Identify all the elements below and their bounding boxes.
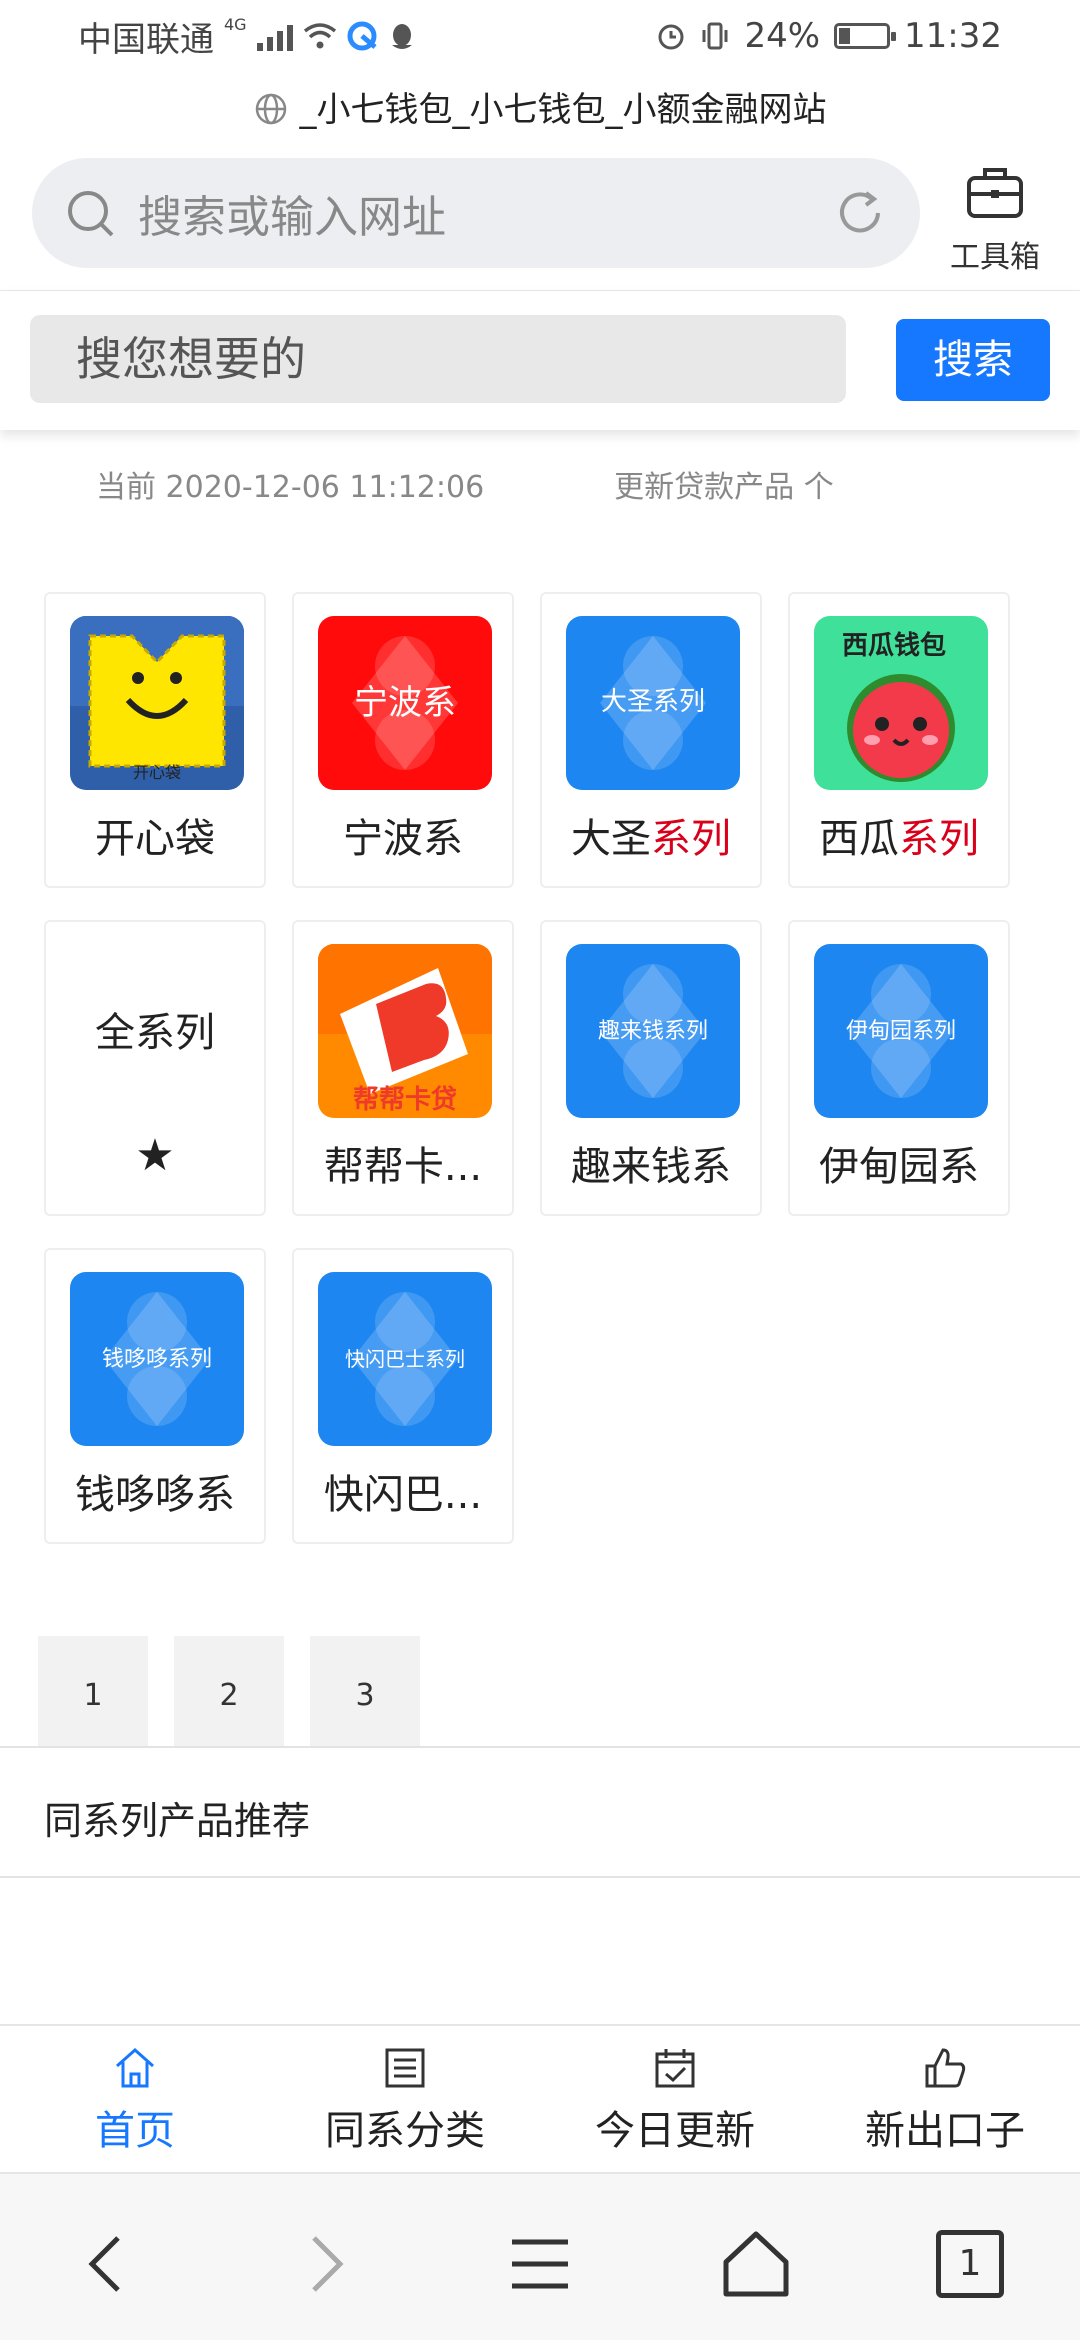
- browser-notification-icon: [347, 21, 377, 51]
- update-info: 当前 2020-12-06 11:12:06 更新贷款产品 个: [96, 462, 834, 506]
- wifi-icon: [303, 23, 336, 49]
- page-button-2[interactable]: 2: [174, 1636, 284, 1746]
- refresh-icon[interactable]: [832, 185, 888, 241]
- clock: 11:32: [904, 16, 1002, 56]
- product-name: 全系列: [95, 1010, 215, 1056]
- product-card[interactable]: 全系列 ★: [44, 920, 266, 1216]
- icon-caption: 钱哆哆系列: [102, 1347, 212, 1372]
- watermelon-wallet-icon: 西瓜钱包: [814, 616, 988, 790]
- product-name: 开心袋: [95, 816, 215, 862]
- star-icon: ★: [135, 1130, 175, 1181]
- page-title: _小七钱包_小七钱包_小额金融网站: [0, 82, 1080, 131]
- battery-icon: [834, 23, 897, 49]
- product-card[interactable]: 钱哆哆系列 钱哆哆系: [44, 1248, 266, 1544]
- product-card[interactable]: 大圣系列 大圣系列: [540, 592, 762, 888]
- bottom-tab-bar: 首页 同系分类 今日更新 新出口子: [0, 2024, 1080, 2172]
- site-search-bar: 搜您想要的 搜索: [0, 290, 1080, 430]
- site-search-button[interactable]: 搜索: [896, 319, 1050, 401]
- carrier-label: 中国联通: [78, 19, 214, 60]
- icon-caption: 西瓜钱包: [842, 630, 946, 661]
- forward-icon[interactable]: [286, 2224, 366, 2304]
- ningbo-series-icon: 宁波系: [318, 616, 492, 790]
- tab-label: 同系分类: [325, 2108, 485, 2154]
- divider: [0, 1876, 1080, 1878]
- tab-new-offers[interactable]: 新出口子: [810, 2026, 1080, 2172]
- kuaishan-bus-series-icon: 快闪巴士系列: [318, 1272, 492, 1446]
- page-button-1[interactable]: 1: [38, 1636, 148, 1746]
- battery-percent: 24%: [744, 16, 821, 56]
- tab-label: 今日更新: [595, 2108, 755, 2154]
- product-card[interactable]: 开心袋 开心袋: [44, 592, 266, 888]
- product-name: 趣来钱系: [571, 1144, 731, 1190]
- search-icon: [68, 191, 114, 237]
- network-type: 4G: [224, 14, 247, 34]
- icon-caption: 快闪巴士系列: [345, 1347, 465, 1371]
- pagination: 1 2 3: [38, 1636, 420, 1746]
- page-button-3[interactable]: 3: [310, 1636, 420, 1746]
- address-bar[interactable]: 搜索或输入网址: [32, 158, 920, 268]
- toolbox-label: 工具箱: [950, 240, 1040, 275]
- divider: [0, 1746, 1080, 1748]
- product-card[interactable]: 伊甸园系列 伊甸园系: [788, 920, 1010, 1216]
- status-bar: 中国联通 4G 24% 11:32: [0, 0, 1080, 72]
- home-icon: [116, 2047, 154, 2088]
- qianduoduo-series-icon: 钱哆哆系列: [70, 1272, 244, 1446]
- calendar-check-icon: [655, 2049, 695, 2088]
- globe-icon: [255, 93, 286, 125]
- bangbang-card-icon: 帮帮卡贷: [318, 944, 492, 1118]
- product-name-main: 西瓜: [819, 816, 899, 862]
- product-name: 快闪巴...: [323, 1472, 483, 1518]
- icon-caption: 伊甸园系列: [846, 1019, 956, 1044]
- signal-icon: [256, 21, 293, 51]
- alarm-icon: [658, 24, 684, 50]
- product-card[interactable]: 宁波系 宁波系: [292, 592, 514, 888]
- dasheng-series-icon: 大圣系列: [566, 616, 740, 790]
- icon-caption: 趣来钱系列: [598, 1019, 708, 1044]
- address-bar-placeholder: 搜索或输入网址: [138, 192, 446, 243]
- update-count-text: 更新贷款产品 个: [614, 470, 834, 505]
- tab-switcher-button[interactable]: 1: [936, 2230, 1004, 2298]
- icon-caption: 帮帮卡贷: [353, 1084, 457, 1115]
- product-name-suffix: 系列: [651, 816, 731, 862]
- site-search-input[interactable]: 搜您想要的: [30, 315, 846, 403]
- happy-pocket-icon: 开心袋: [70, 616, 244, 790]
- thumbs-up-icon: [925, 2048, 966, 2088]
- back-icon[interactable]: [66, 2224, 146, 2304]
- product-card[interactable]: 趣来钱系列 趣来钱系: [540, 920, 762, 1216]
- tab-series-category[interactable]: 同系分类: [270, 2026, 540, 2172]
- product-name-suffix: 系列: [899, 816, 979, 862]
- product-card[interactable]: 帮帮卡贷 帮帮卡...: [292, 920, 514, 1216]
- eden-series-icon: 伊甸园系列: [814, 944, 988, 1118]
- product-name: 西瓜系列: [790, 806, 1008, 864]
- product-name: 帮帮卡...: [323, 1144, 483, 1190]
- tab-label: 首页: [95, 2108, 175, 2154]
- browser-nav-bar: 1: [0, 2172, 1080, 2340]
- product-name-main: 大圣: [571, 816, 651, 862]
- product-name: 大圣系列: [542, 806, 760, 864]
- product-name: 伊甸园系: [819, 1144, 979, 1190]
- tab-home[interactable]: 首页: [0, 2026, 270, 2172]
- product-name: 钱哆哆系: [75, 1472, 235, 1518]
- icon-caption: 宁波系: [354, 683, 456, 723]
- qq-icon: [391, 24, 412, 49]
- recommend-heading: 同系列产品推荐: [44, 1799, 311, 1843]
- page-title-text: _小七钱包_小七钱包_小额金融网站: [299, 90, 827, 130]
- icon-caption: 大圣系列: [601, 687, 705, 717]
- product-card[interactable]: 快闪巴士系列 快闪巴...: [292, 1248, 514, 1544]
- home-page-icon[interactable]: [716, 2224, 796, 2304]
- product-card[interactable]: 西瓜钱包 西瓜系列: [788, 592, 1010, 888]
- qulaiqian-series-icon: 趣来钱系列: [566, 944, 740, 1118]
- product-name: 宁波系: [343, 816, 463, 862]
- tab-today-update[interactable]: 今日更新: [540, 2026, 810, 2172]
- icon-caption: 开心袋: [133, 763, 181, 782]
- vibrate-icon: [702, 22, 728, 50]
- toolbox-icon: [967, 168, 1023, 218]
- toolbox-button[interactable]: 工具箱: [940, 160, 1050, 276]
- menu-icon[interactable]: [500, 2224, 580, 2304]
- list-icon: [385, 2048, 425, 2088]
- tab-label: 新出口子: [865, 2108, 1025, 2154]
- current-time-text: 当前 2020-12-06 11:12:06: [96, 470, 485, 505]
